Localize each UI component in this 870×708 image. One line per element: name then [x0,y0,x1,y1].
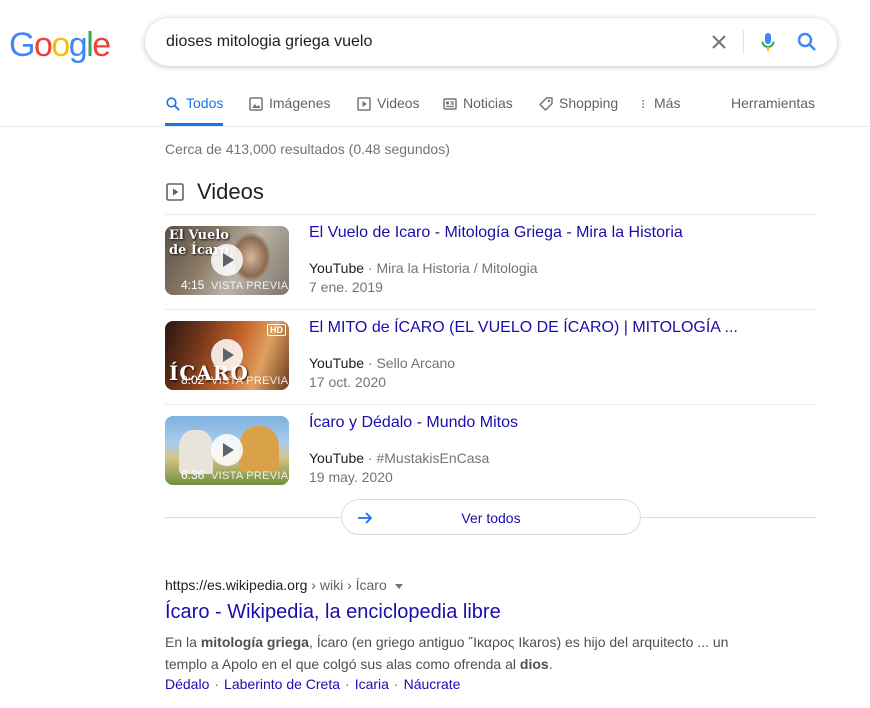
preview-label: VISTA PREVIA [211,280,289,292]
sitelink[interactable]: Icaria [355,676,389,692]
video-author: Sello Arcano [376,355,456,371]
logo-letter: g [68,26,88,64]
google-logo[interactable]: Google [9,26,111,65]
news-icon [443,98,457,110]
sitelink-separator: · [214,676,220,692]
video-title-link[interactable]: El MITO de ÍCARO (EL VUELO DE ÍCARO) | M… [309,319,738,337]
video-duration: 6:36 [181,468,205,482]
sitelink-separator: · [345,676,350,692]
tab-shopping[interactable]: Shopping [538,86,618,126]
more-vert-icon [642,100,644,108]
video-channel: YouTube [309,355,365,371]
play-button-icon[interactable] [211,339,243,371]
preview-label: VISTA PREVIA [211,375,289,387]
chevron-down-icon[interactable] [394,583,403,589]
logo-letter: e [92,26,111,64]
tab-herramientas[interactable]: Herramientas [731,86,815,126]
see-all-videos-button[interactable]: Ver todos [341,499,641,535]
hd-badge-icon: HD [267,324,286,336]
video-author: Mira la Historia / Mitologia [376,260,538,276]
sitelink[interactable]: Laberinto de Creta [224,676,340,692]
tag-icon [539,97,553,111]
search-input[interactable] [166,30,686,54]
videos-heading: Videos [165,179,264,205]
video-author: #MustakisEnCasa [376,450,490,466]
video-title-link[interactable]: Ícaro y Dédalo - Mundo Mitos [309,414,518,432]
video-date: 7 ene. 2019 [309,279,383,295]
video-date: 17 oct. 2020 [309,374,387,390]
search-tabs: Todos Imágenes Videos Noticias Shopping … [0,86,870,127]
tab-label: Herramientas [731,95,816,111]
snippet-text: . [548,656,553,672]
tab-label: Todos [186,95,224,111]
result-title-link[interactable]: Ícaro - Wikipedia, la enciclopedia libre [165,601,501,624]
video-thumbnail[interactable]: El Vuelo de Ícaro 4:15 VISTA PREVIA [165,226,289,295]
play-button-icon[interactable] [211,244,243,276]
tab-label: Videos [377,95,420,111]
video-title-link[interactable]: El Vuelo de Icaro - Mitología Griega - M… [309,224,683,242]
video-source: YouTube · #MustakisEnCasa [309,450,490,466]
video-result[interactable]: El Vuelo de Ícaro 4:15 VISTA PREVIA El V… [165,214,816,308]
snippet-text: En la [165,634,201,650]
tab-todos[interactable]: Todos [165,86,224,126]
play-icon [166,183,184,201]
divider [743,30,744,54]
video-date: 19 may. 2020 [309,469,393,485]
microphone-icon[interactable] [756,30,780,54]
video-channel: YouTube [309,450,365,466]
videos-title: Videos [197,179,264,204]
tab-mas[interactable]: Más [640,86,680,126]
result-host: https://es.wikipedia.org [165,577,308,593]
video-source: YouTube · Mira la Historia / Mitologia [309,260,538,276]
video-thumbnail[interactable]: HD ÍCARO 8:02 VISTA PREVIA [165,321,289,390]
search-icon[interactable] [795,30,819,54]
snippet-highlight: mitología griega [200,634,309,650]
play-icon [357,97,371,111]
tab-label: Más [654,95,681,111]
logo-letter: o [51,26,70,64]
search-box [145,18,837,66]
close-icon[interactable] [707,30,731,54]
preview-label: VISTA PREVIA [211,470,289,482]
logo-letter: G [9,26,35,64]
video-source: YouTube · Sello Arcano [309,355,456,371]
video-channel: YouTube [309,260,365,276]
play-button-icon[interactable] [211,434,243,466]
sitelink[interactable]: Náucrate [404,676,461,692]
video-result[interactable]: HD ÍCARO 8:02 VISTA PREVIA El MITO de ÍC… [165,309,816,403]
sitelink-separator: · [393,676,399,692]
video-duration: 4:15 [181,278,205,292]
tab-label: Imágenes [269,95,331,111]
image-icon [249,97,263,111]
result-sitelinks: Dédalo · Laberinto de Creta · Icaria · Náucrat… [165,676,460,692]
video-duration: 8:02 [181,373,205,387]
tab-label: Noticias [463,95,513,111]
result-stats: Cerca de 413,000 resultados (0.48 segund… [165,141,450,157]
tab-imagenes[interactable]: Imágenes [248,86,330,126]
snippet-highlight: dios [519,656,549,672]
result-snippet: En la mitología griega, Ícaro (en griego… [165,631,765,675]
sitelink[interactable]: Dédalo [165,676,209,692]
video-thumbnail[interactable]: 6:36 VISTA PREVIA [165,416,289,485]
thumbnail-figure [239,426,279,472]
tab-videos[interactable]: Videos [356,86,420,126]
tab-noticias[interactable]: Noticias [442,86,513,126]
video-result[interactable]: 6:36 VISTA PREVIA Ícaro y Dédalo - Mundo… [165,404,816,498]
result-breadcrumb[interactable]: https://es.wikipedia.org › wiki › Ícaro [165,577,403,593]
search-icon [166,97,180,111]
logo-letter: o [33,26,53,64]
tab-label: Shopping [559,95,619,111]
see-all-label: Ver todos [461,510,521,526]
result-path: › wiki › Ícaro [307,577,387,593]
